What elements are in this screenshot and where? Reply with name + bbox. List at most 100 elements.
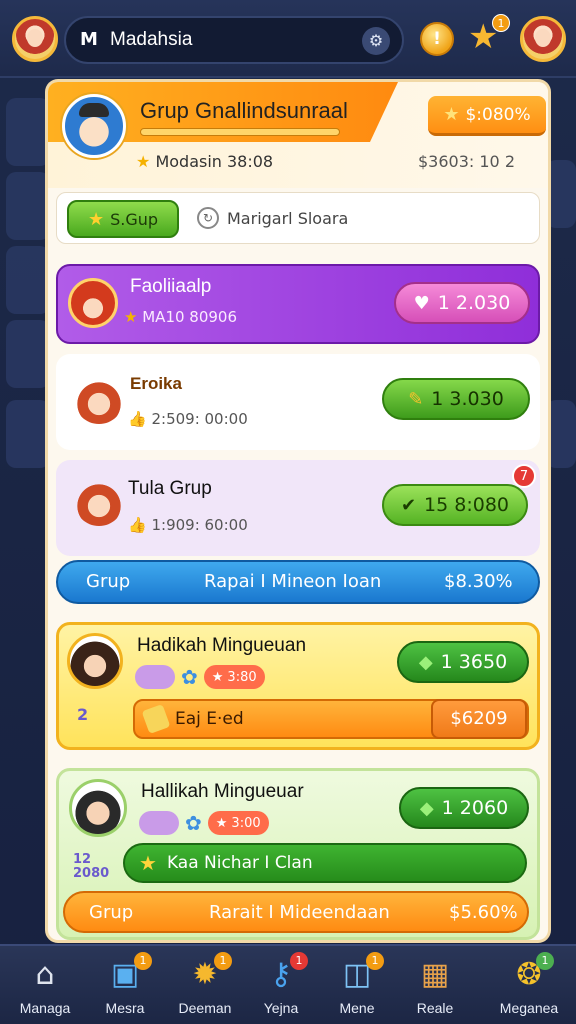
nav-item-mesra[interactable]: ▣ Mesra 1: [84, 952, 166, 1024]
price-button[interactable]: ◆ 1 3650: [397, 641, 529, 683]
price-button[interactable]: ✎ 1 3.030: [382, 378, 530, 420]
member-avatar: [74, 374, 124, 424]
gift-chip: [139, 811, 179, 835]
clan-bar[interactable]: ★ Kaa Nichar I Clan: [123, 843, 527, 883]
side-tile: [546, 400, 576, 468]
row-subtitle: 👍 1:909: 60:00: [128, 516, 248, 534]
nav-label: Mene: [339, 1000, 375, 1016]
row-subtitle-text: 2:509: 00:00: [151, 410, 248, 428]
reward-bar-price[interactable]: $6209: [431, 699, 527, 739]
group-avatar[interactable]: [62, 94, 126, 158]
star-icon: ★: [124, 308, 138, 326]
refresh-icon: ↻: [197, 207, 219, 229]
bar-right-label: $5.60%: [449, 902, 518, 923]
nav-item-mene[interactable]: ◫ Mene 1: [316, 952, 398, 1024]
nav-item-yejna[interactable]: ⚷ Yejna 1: [240, 952, 322, 1024]
puzzle-icon: ✿: [181, 665, 198, 689]
list-item[interactable]: Tula Grup 👍 1:909: 60:00 ✔ 15 8:080 7: [56, 460, 540, 556]
weekly-reward-card[interactable]: Hadikah Mingueuan ✿ ★ 3:80 ◆ 1 3650 2 Ea…: [56, 622, 540, 750]
bar-right-label: $8.30%: [444, 571, 513, 592]
side-tile: [6, 172, 50, 240]
list-item[interactable]: Eroika 👍 2:509: 00:00 ✎ 1 3.030: [56, 354, 540, 450]
feather-icon: ✎: [408, 388, 424, 410]
check-icon: ✔: [400, 494, 417, 516]
star-chip: ★ 3:00: [207, 811, 269, 835]
list-item[interactable]: Faoliiaalp ★ MA10 80906 ♥ 1 2.030: [56, 264, 540, 344]
card-title: Hadikah Mingueuan: [137, 635, 307, 656]
thumbs-up-icon: 👍: [128, 516, 147, 534]
bar-mid-label: Rapai I Mineon Ioan: [204, 571, 382, 592]
nav-label: Reale: [416, 1000, 454, 1016]
header-subtitle: ★ Modasin 38:08: [136, 152, 273, 171]
level-number: 12 2080: [73, 852, 110, 881]
top-bar: M Madahsia ⚙ ! ★ 1: [0, 0, 576, 78]
bar-mid-label: Rarait I Mideendaan: [209, 902, 390, 923]
heart-gem-icon: ♥: [413, 292, 430, 314]
header-price-button[interactable]: ★ $:080%: [428, 96, 546, 136]
notification-badge: 7: [512, 464, 536, 488]
price-button[interactable]: ◆ 1 2060: [399, 787, 529, 829]
price-label: 15 8:080: [424, 494, 510, 516]
reward-bar[interactable]: Eaj E·ed $6209: [133, 699, 529, 739]
reward-chips: ✿ ★ 3:80: [135, 665, 265, 689]
tab-label: S.Gup: [110, 209, 159, 229]
price-button[interactable]: ✔ 15 8:080: [382, 484, 528, 526]
member-avatar: [74, 476, 124, 526]
friend-avatar[interactable]: [520, 16, 566, 62]
reward-bar-label: Eaj E·ed: [175, 709, 244, 729]
treasure-icon: ▦: [420, 957, 450, 992]
row-title: Faoliiaalp: [130, 276, 212, 297]
group-panel: Grup Gnallindsunraal ★ $:080% ★ Modasin …: [48, 82, 548, 940]
level-number: 2: [77, 705, 89, 724]
member-avatar: [67, 633, 123, 689]
price-label: 1 3.030: [431, 388, 504, 410]
nav-badge: 1: [214, 952, 232, 970]
group-summary-bar[interactable]: Grup Rapai I Mineon Ioan $8.30%: [56, 560, 540, 604]
weekly-reward-card[interactable]: Hallikah Mingueuar ✿ ★ 3:00 ◆ 1 2060 12 …: [56, 768, 540, 940]
settings-icon[interactable]: ⚙: [362, 27, 390, 55]
chip-label: 3:00: [231, 815, 261, 831]
chip-label: 3:80: [227, 669, 257, 685]
price-button[interactable]: ♥ 1 2.030: [394, 282, 530, 324]
side-tile: [546, 160, 576, 228]
header-subtitle-text: Modasin 38:08: [155, 152, 274, 171]
card-title: Hallikah Mingueuar: [141, 781, 304, 802]
tab-manage[interactable]: ↻ Marigarl Sloara: [197, 207, 348, 229]
side-tile: [6, 400, 50, 468]
title-pill[interactable]: M Madahsia ⚙: [64, 16, 404, 64]
tab-group[interactable]: ★ S.Gup: [67, 200, 179, 238]
member-avatar: [68, 278, 118, 328]
row-title: Eroika: [130, 374, 182, 393]
side-tile: [6, 320, 50, 388]
star-icon: ★: [139, 851, 157, 875]
row-subtitle: ★ MA10 80906: [124, 308, 237, 326]
side-tile: [6, 98, 50, 166]
gift-chip: [135, 665, 175, 689]
bottom-nav: ⌂ Managa ▣ Mesra 1 ✹ Deeman 1 ⚷ Yejna 1 …: [0, 944, 576, 1024]
nav-badge: 1: [536, 952, 554, 970]
coin-icon[interactable]: !: [420, 22, 454, 56]
player-avatar[interactable]: [12, 16, 58, 62]
group-summary-bar[interactable]: Grup Rarait I Mideendaan $5.60%: [63, 891, 529, 933]
star-icon: ★: [87, 208, 105, 230]
ticket-icon: [141, 703, 171, 735]
menu-logo-icon: M: [80, 29, 98, 50]
nav-item-reale[interactable]: ▦ Reale: [394, 952, 476, 1024]
header-price-label: $:080%: [465, 104, 531, 125]
nav-label: Meganea: [499, 1000, 559, 1016]
nav-item-deeman[interactable]: ✹ Deeman 1: [164, 952, 246, 1024]
nav-item-managa[interactable]: ⌂ Managa: [4, 952, 86, 1024]
row-subtitle-text: 1:909: 60:00: [151, 516, 248, 534]
nav-badge: 1: [366, 952, 384, 970]
nav-label: Mesra: [105, 1000, 145, 1016]
star-badge: 1: [492, 14, 510, 32]
row-title: Tula Grup: [128, 478, 212, 499]
member-avatar: [69, 779, 127, 837]
app-title: Madahsia: [110, 29, 193, 50]
bar-left-label: Grup: [89, 902, 134, 923]
nav-label: Managa: [19, 1000, 71, 1016]
price-label: 1 2060: [441, 797, 509, 819]
price-label: 1 2.030: [437, 292, 511, 314]
nav-item-meganea[interactable]: ❂ Meganea 1: [488, 952, 570, 1024]
reward-chips: ✿ ★ 3:00: [139, 811, 269, 835]
